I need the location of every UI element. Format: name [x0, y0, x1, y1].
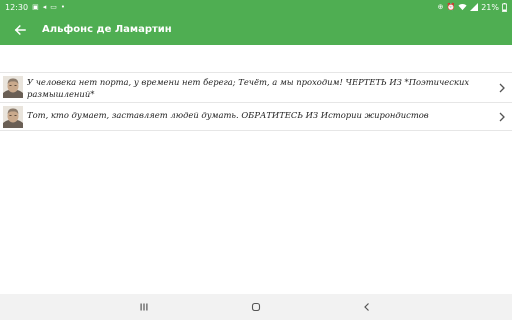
- home-button[interactable]: [249, 300, 263, 314]
- recents-button[interactable]: [137, 300, 151, 314]
- page-title: Альфонс де Ламартин: [42, 24, 172, 35]
- back-button[interactable]: [0, 14, 40, 45]
- dot-icon: •: [60, 2, 65, 11]
- arrow-left-icon: [14, 24, 26, 35]
- quote-text: У человека нет порта, у времени нет бере…: [27, 77, 470, 99]
- nav-back-button[interactable]: [360, 300, 374, 314]
- status-bar: 12:30 ▣ ◂ ▭ • ⊕ ⏰ 21%: [0, 0, 512, 14]
- app-bar: Альфонс де Ламартин: [0, 14, 512, 45]
- quote-text: Тот, кто думает, заставляет людей думать…: [27, 110, 429, 120]
- system-nav-bar: [0, 294, 512, 320]
- back-icon: [364, 303, 369, 311]
- battery-saver-icon: ⊕: [437, 2, 444, 11]
- signal-icon: [470, 3, 479, 11]
- status-time: 12:30: [5, 2, 29, 12]
- quote-list: У человека нет порта, у времени нет бере…: [0, 72, 512, 131]
- status-left: 12:30 ▣ ◂ ▭ •: [5, 3, 65, 12]
- status-right: ⊕ ⏰ 21%: [437, 2, 507, 12]
- home-icon: [251, 302, 261, 312]
- send-icon: ◂: [42, 2, 47, 11]
- list-item[interactable]: У человека нет порта, у времени нет бере…: [0, 72, 512, 103]
- author-avatar: [3, 76, 23, 98]
- chevron-right-icon: [499, 83, 505, 92]
- alarm-icon: ⏰: [446, 2, 456, 11]
- battery-icon: [502, 2, 507, 12]
- author-avatar: [3, 106, 23, 128]
- cast-icon: ▭: [50, 2, 57, 11]
- recents-icon: [140, 303, 148, 311]
- quote-list-screen: У человека нет порта, у времени нет бере…: [0, 45, 512, 294]
- battery-percent: 21%: [481, 2, 499, 12]
- list-item[interactable]: Тот, кто думает, заставляет людей думать…: [0, 103, 512, 131]
- chevron-right-icon: [499, 112, 505, 121]
- wifi-icon: [458, 4, 467, 11]
- image-icon: ▣: [32, 2, 39, 11]
